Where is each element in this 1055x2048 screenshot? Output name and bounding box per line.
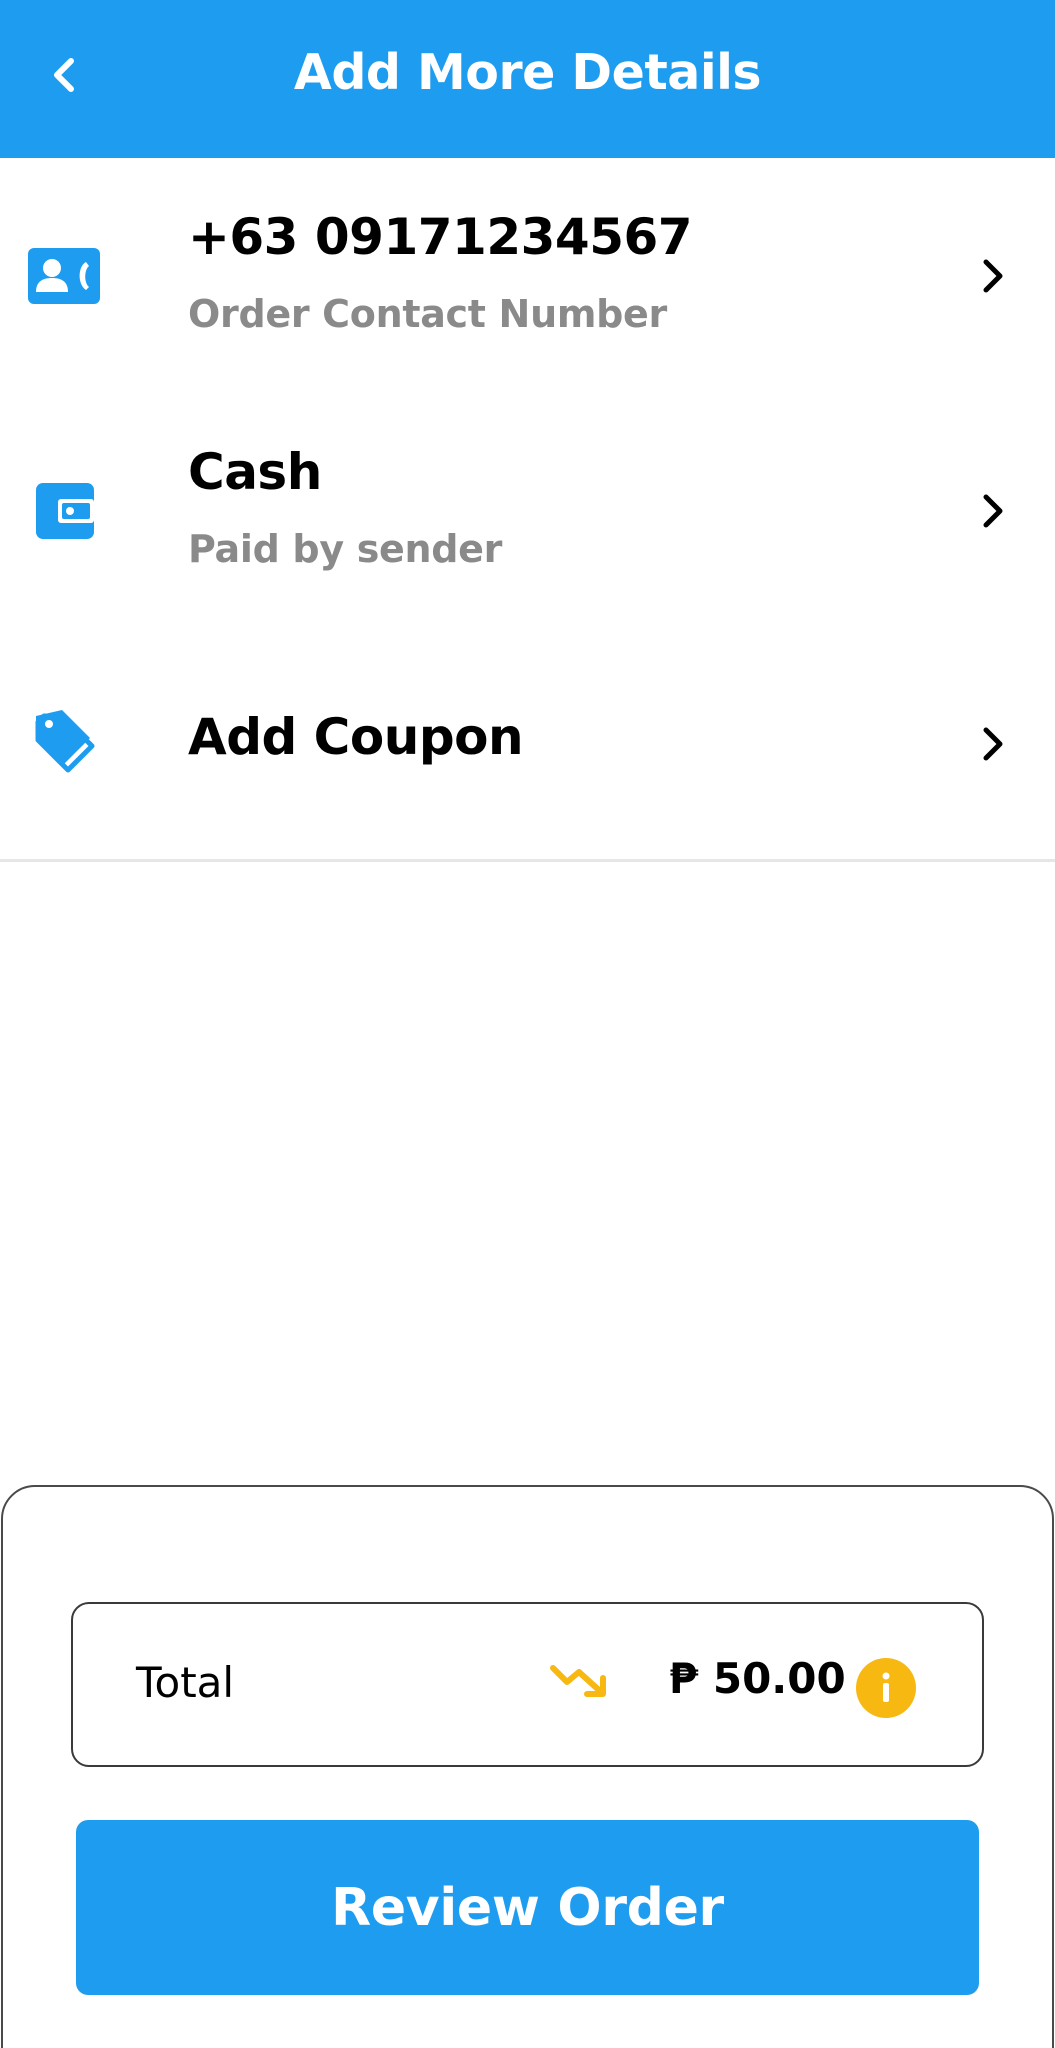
payment-method-value: Cash [188, 443, 322, 501]
chevron-right-icon [983, 259, 1003, 293]
page-title: Add More Details [293, 43, 762, 101]
total-amount: ₱ 50.00 [669, 1654, 846, 1703]
payment-method-label: Paid by sender [188, 527, 503, 571]
total-summary: Total ₱ 50.00 [71, 1602, 984, 1767]
add-coupon-label: Add Coupon [188, 708, 524, 766]
chevron-right-icon [983, 494, 1003, 528]
contact-number-label: Order Contact Number [188, 292, 667, 336]
info-icon [882, 1672, 890, 1702]
total-label: Total [136, 1658, 235, 1707]
contact-number-value: +63 09171234567 [188, 208, 693, 266]
review-order-button[interactable]: Review Order [76, 1820, 979, 1995]
chevron-right-icon [983, 727, 1003, 761]
header-bar: Add More Details [0, 0, 1055, 158]
info-button[interactable] [856, 1658, 916, 1718]
contact-number-row[interactable]: +63 09171234567 Order Contact Number [0, 158, 1055, 393]
add-coupon-row[interactable]: Add Coupon [0, 628, 1055, 862]
coupon-tag-icon [34, 708, 96, 780]
contact-card-icon [28, 248, 100, 304]
back-button[interactable] [38, 40, 90, 110]
wallet-icon [36, 483, 94, 539]
details-list: +63 09171234567 Order Contact Number Cas… [0, 158, 1055, 862]
payment-method-row[interactable]: Cash Paid by sender [0, 393, 1055, 628]
chevron-left-icon [54, 58, 74, 92]
trending-down-icon [550, 1665, 606, 1697]
app-screen: Add More Details +63 09171234567 Order C… [0, 0, 1055, 2048]
